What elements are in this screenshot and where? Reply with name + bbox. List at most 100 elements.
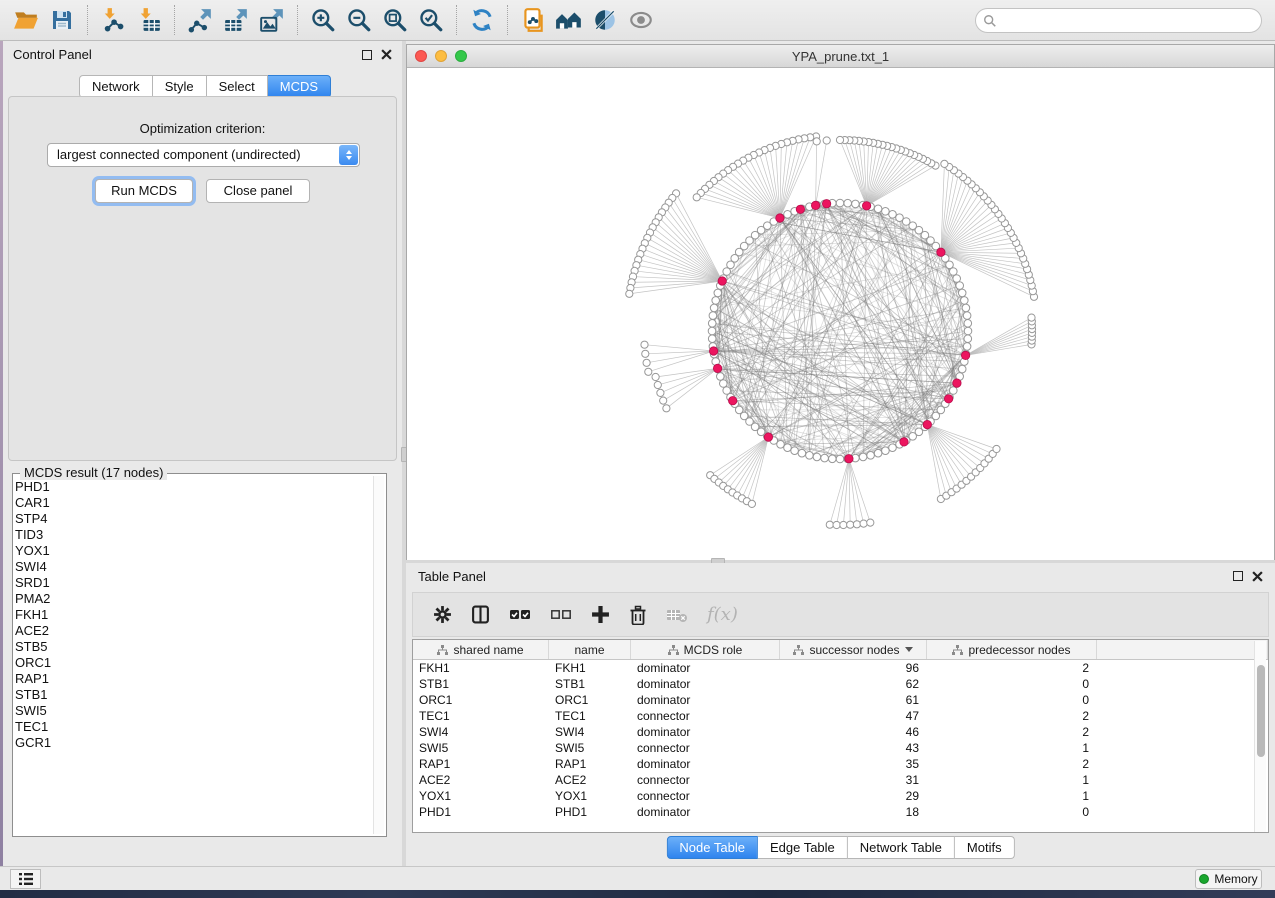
run-mcds-button[interactable]: Run MCDS xyxy=(95,179,193,203)
table-cell[interactable]: STB1 xyxy=(413,677,549,691)
table-cell[interactable]: 2 xyxy=(927,709,1097,723)
list-item[interactable]: TID3 xyxy=(15,527,367,543)
table-cell[interactable]: 35 xyxy=(780,757,927,771)
table-row[interactable]: ORC1ORC1dominator610 xyxy=(413,692,1268,708)
table-cell[interactable]: SWI4 xyxy=(413,725,549,739)
deselect-all-button[interactable] xyxy=(550,607,572,623)
float-table-panel-icon[interactable] xyxy=(1233,571,1243,581)
add-column-button[interactable] xyxy=(591,605,610,624)
table-cell[interactable]: 96 xyxy=(780,661,927,675)
table-cell[interactable]: STB1 xyxy=(549,677,631,691)
export-table-button[interactable] xyxy=(218,4,254,36)
table-cell[interactable]: SWI5 xyxy=(413,741,549,755)
table-cell[interactable]: 46 xyxy=(780,725,927,739)
graphics-details-button[interactable] xyxy=(587,4,623,36)
tab-select[interactable]: Select xyxy=(207,75,268,98)
table-cell[interactable]: ACE2 xyxy=(413,773,549,787)
list-item[interactable]: FKH1 xyxy=(15,607,367,623)
table-cell[interactable]: connector xyxy=(631,789,780,803)
table-cell[interactable]: TEC1 xyxy=(549,709,631,723)
duplicate-network-button[interactable] xyxy=(515,4,551,36)
table-row[interactable]: SWI5SWI5connector431 xyxy=(413,740,1268,756)
table-cell[interactable]: FKH1 xyxy=(413,661,549,675)
table-row[interactable]: RAP1RAP1dominator352 xyxy=(413,756,1268,772)
column-header-shared-name[interactable]: shared name xyxy=(413,640,549,659)
network-canvas[interactable] xyxy=(407,68,1274,559)
list-item[interactable]: ACE2 xyxy=(15,623,367,639)
table-settings-button[interactable] xyxy=(433,605,452,624)
import-table-button[interactable] xyxy=(131,4,167,36)
table-cell[interactable]: 62 xyxy=(780,677,927,691)
table-row[interactable]: ACE2ACE2connector311 xyxy=(413,772,1268,788)
column-header-predecessor-nodes[interactable]: predecessor nodes xyxy=(927,640,1097,659)
table-cell[interactable]: RAP1 xyxy=(413,757,549,771)
table-scrollbar[interactable] xyxy=(1254,641,1266,832)
list-item[interactable]: GCR1 xyxy=(15,735,367,751)
table-row[interactable]: TEC1TEC1connector472 xyxy=(413,708,1268,724)
list-item[interactable]: STP4 xyxy=(15,511,367,527)
table-cell[interactable]: 47 xyxy=(780,709,927,723)
table-cell[interactable]: ACE2 xyxy=(549,773,631,787)
list-item[interactable]: PMA2 xyxy=(15,591,367,607)
save-session-button[interactable] xyxy=(44,4,80,36)
tab-style[interactable]: Style xyxy=(153,75,207,98)
zoom-selected-button[interactable] xyxy=(413,4,449,36)
column-header-name[interactable]: name xyxy=(549,640,631,659)
list-item[interactable]: ORC1 xyxy=(15,655,367,671)
tab-mcds[interactable]: MCDS xyxy=(268,75,331,98)
table-cell[interactable]: 2 xyxy=(927,725,1097,739)
table-cell[interactable]: connector xyxy=(631,773,780,787)
tab-edge-table[interactable]: Edge Table xyxy=(758,836,848,859)
list-item[interactable]: SWI4 xyxy=(15,559,367,575)
table-cell[interactable]: ORC1 xyxy=(549,693,631,707)
open-session-button[interactable] xyxy=(8,4,44,36)
table-cell[interactable]: dominator xyxy=(631,725,780,739)
fit-content-button[interactable] xyxy=(377,4,413,36)
table-row[interactable]: YOX1YOX1connector291 xyxy=(413,788,1268,804)
table-cell[interactable]: RAP1 xyxy=(549,757,631,771)
table-cell[interactable]: 43 xyxy=(780,741,927,755)
tab-network[interactable]: Network xyxy=(79,75,153,98)
table-cell[interactable]: 18 xyxy=(780,805,927,819)
table-cell[interactable]: connector xyxy=(631,709,780,723)
table-cell[interactable]: TEC1 xyxy=(413,709,549,723)
export-image-button[interactable] xyxy=(254,4,290,36)
table-cell[interactable]: 61 xyxy=(780,693,927,707)
table-cell[interactable]: dominator xyxy=(631,677,780,691)
column-header-mcds-role[interactable]: MCDS role xyxy=(631,640,780,659)
table-row[interactable]: SWI4SWI4dominator462 xyxy=(413,724,1268,740)
show-hide-details-button[interactable] xyxy=(623,4,659,36)
zoom-out-button[interactable] xyxy=(341,4,377,36)
list-item[interactable]: STB1 xyxy=(15,687,367,703)
table-cell[interactable]: SWI4 xyxy=(549,725,631,739)
table-cell[interactable]: 0 xyxy=(927,805,1097,819)
minimize-window-icon[interactable] xyxy=(435,50,447,62)
table-cell[interactable]: 2 xyxy=(927,757,1097,771)
table-cell[interactable]: 0 xyxy=(927,693,1097,707)
list-item[interactable]: CAR1 xyxy=(15,495,367,511)
import-network-button[interactable] xyxy=(95,4,131,36)
table-cell[interactable]: 29 xyxy=(780,789,927,803)
float-panel-icon[interactable] xyxy=(362,50,372,60)
table-cell[interactable]: PHD1 xyxy=(549,805,631,819)
table-cell[interactable]: 0 xyxy=(927,677,1097,691)
table-scrollbar-thumb[interactable] xyxy=(1257,665,1265,757)
list-item[interactable]: SRD1 xyxy=(15,575,367,591)
maximize-window-icon[interactable] xyxy=(455,50,467,62)
column-header-successor-nodes[interactable]: successor nodes xyxy=(780,640,927,659)
close-window-icon[interactable] xyxy=(415,50,427,62)
memory-button[interactable]: Memory xyxy=(1195,869,1262,889)
table-cell[interactable]: connector xyxy=(631,741,780,755)
table-cell[interactable]: ORC1 xyxy=(413,693,549,707)
list-item[interactable]: SWI5 xyxy=(15,703,367,719)
table-row[interactable]: PHD1PHD1dominator180 xyxy=(413,804,1268,820)
refresh-button[interactable] xyxy=(464,4,500,36)
table-cell[interactable]: FKH1 xyxy=(549,661,631,675)
table-cell[interactable]: 1 xyxy=(927,741,1097,755)
first-neighbors-button[interactable] xyxy=(551,4,587,36)
mcds-result-list[interactable]: PHD1CAR1STP4TID3YOX1SWI4SRD1PMA2FKH1ACE2… xyxy=(15,479,367,831)
table-cell[interactable]: 2 xyxy=(927,661,1097,675)
search-box[interactable] xyxy=(975,8,1262,33)
list-item[interactable]: RAP1 xyxy=(15,671,367,687)
table-cell[interactable]: dominator xyxy=(631,661,780,675)
